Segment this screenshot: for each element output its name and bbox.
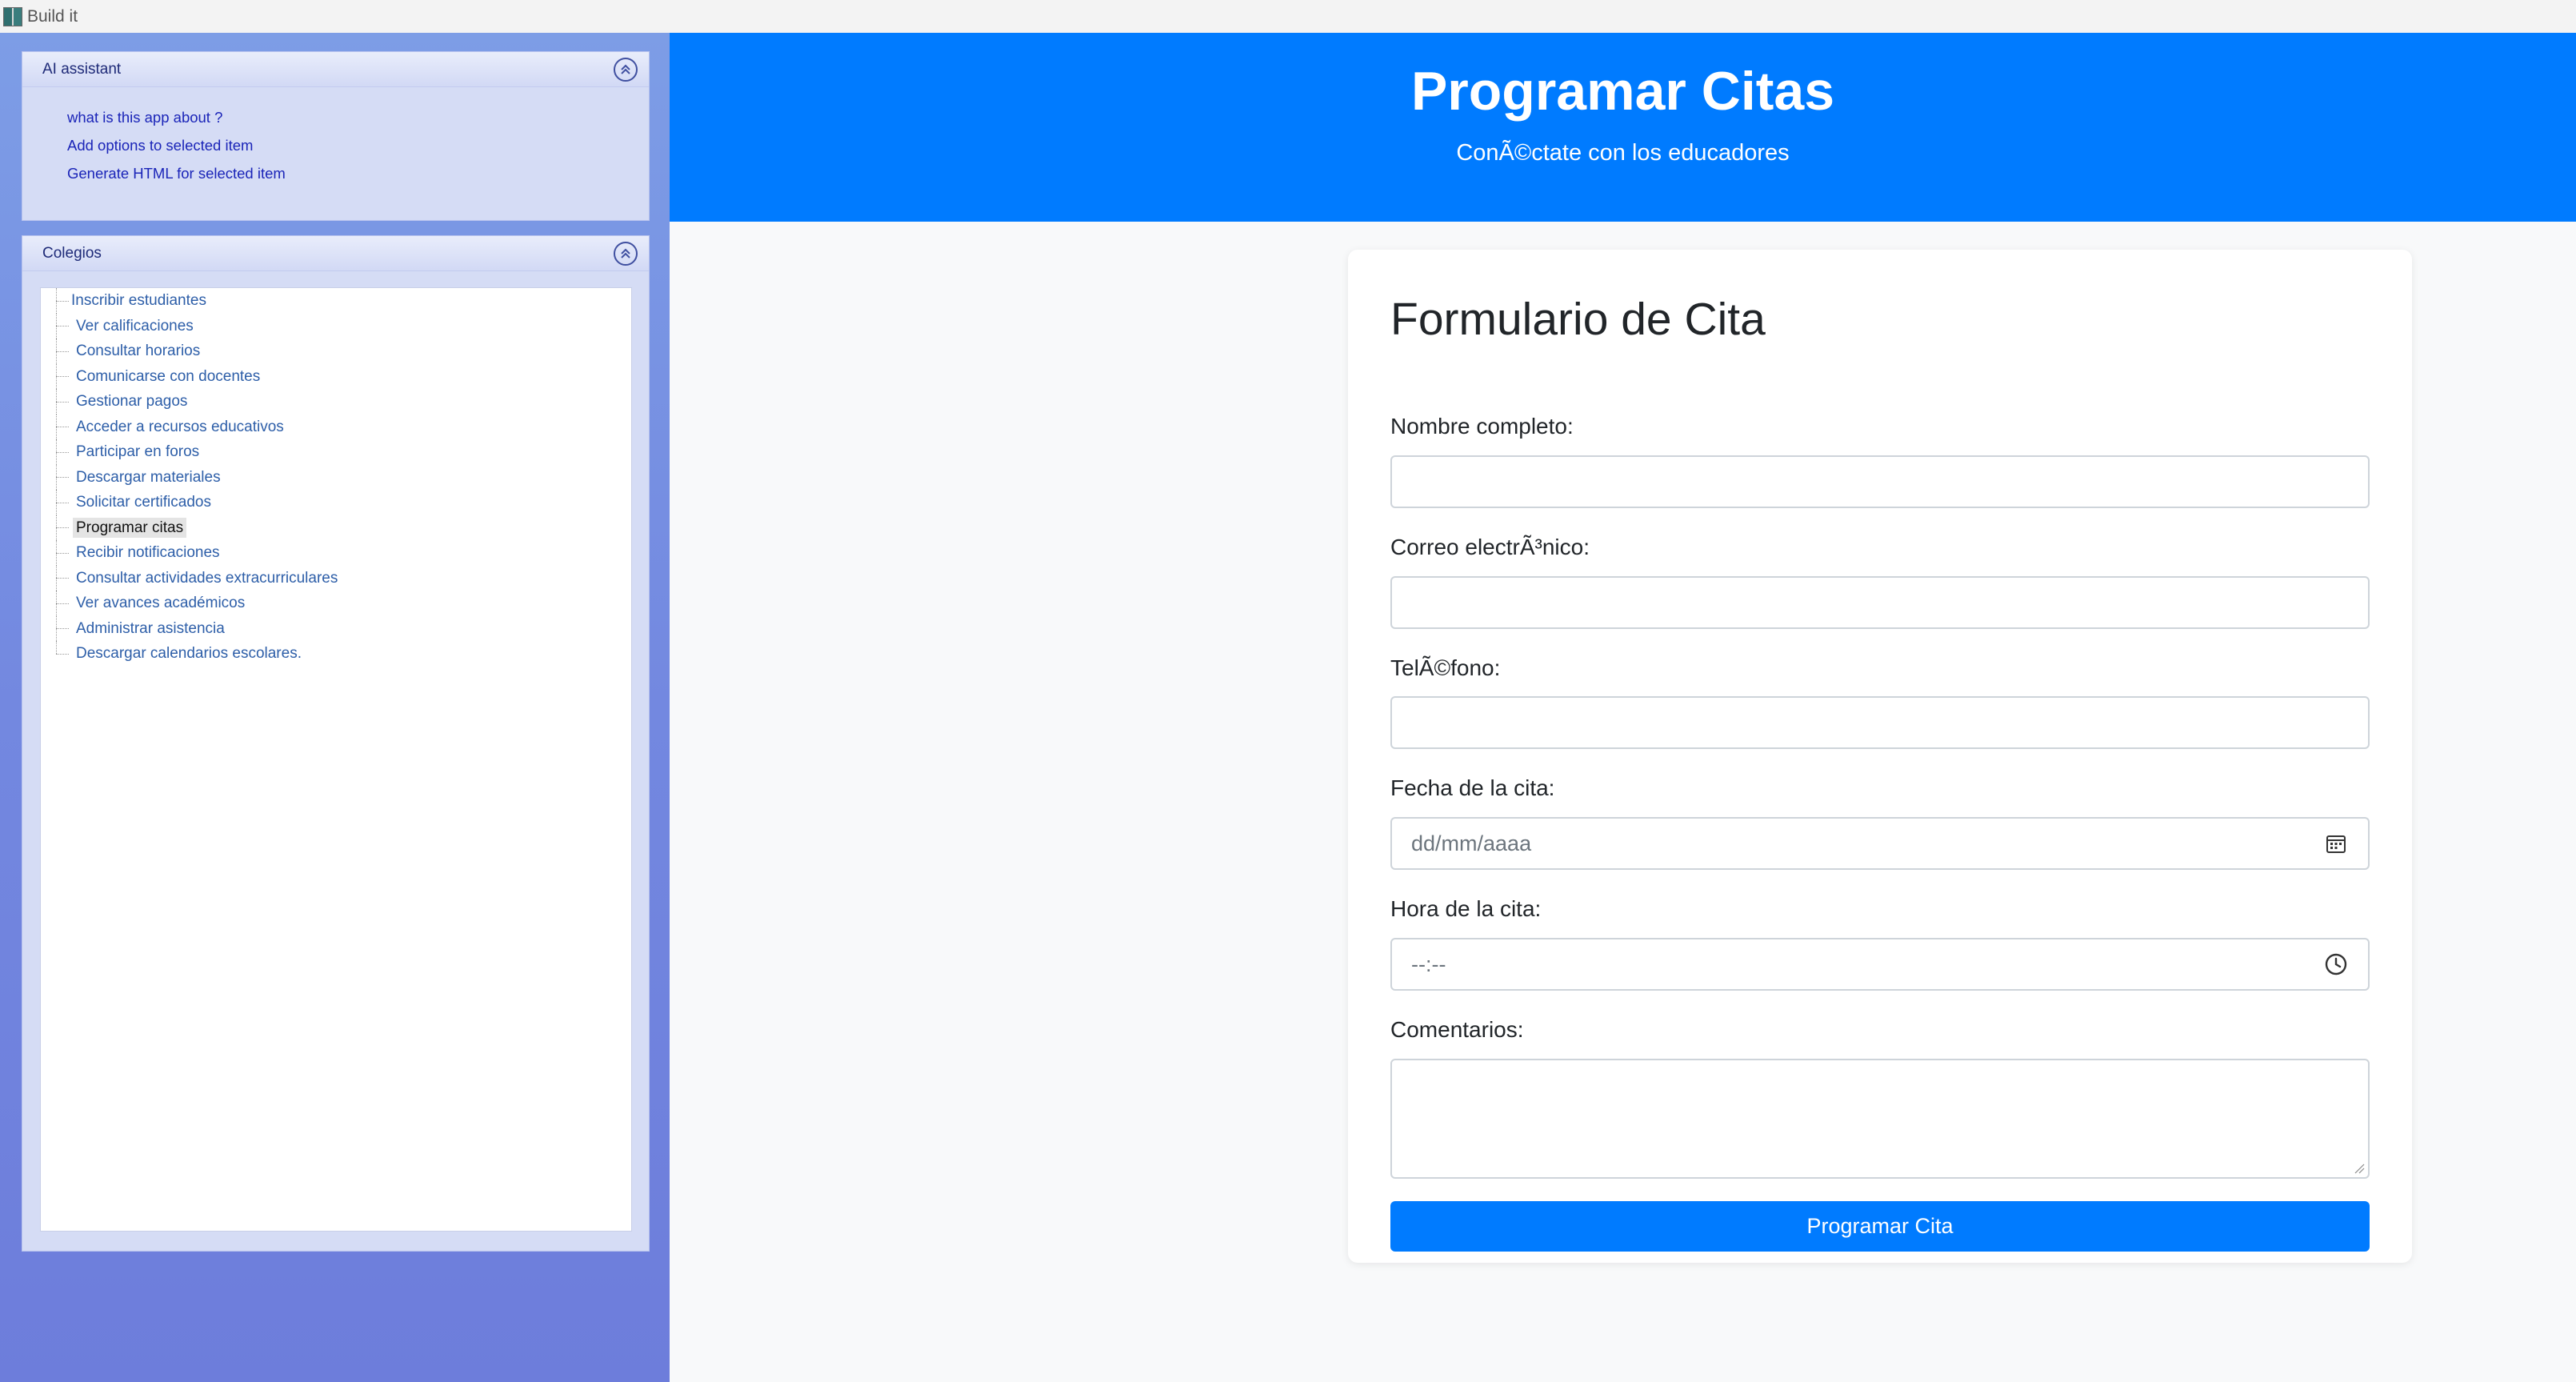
tree-item-label: Inscribir estudiantes <box>71 292 206 309</box>
tree-item-materiales[interactable]: Descargar materiales <box>41 464 631 491</box>
colegios-title: Colegios <box>42 244 102 262</box>
window-titlebar: Build it <box>0 0 2576 33</box>
tree-item-calendarios[interactable]: Descargar calendarios escolares. <box>41 641 631 667</box>
colegios-panel: Colegios Inscribir estudiantes Ver calif… <box>22 235 650 1252</box>
email-input[interactable] <box>1390 576 2370 629</box>
tree-item-inscribir[interactable]: Inscribir estudiantes <box>41 288 631 314</box>
ai-assistant-header[interactable]: AI assistant <box>22 52 649 87</box>
tree-item-label: Administrar asistencia <box>76 619 225 637</box>
tree-item-label: Solicitar certificados <box>76 494 211 511</box>
email-label: Correo electrÃ³nico: <box>1390 535 1590 559</box>
ai-assistant-title: AI assistant <box>42 60 122 78</box>
tree-item-label: Descargar materiales <box>76 468 221 486</box>
window-title: Build it <box>27 6 78 26</box>
tree-item-extracurriculares[interactable]: Consultar actividades extracurriculares <box>41 565 631 591</box>
time-input[interactable]: --:-- <box>1390 938 2370 991</box>
main-content: Programar Citas ConÃ©ctate con los educa… <box>670 33 2576 1382</box>
app-icon <box>3 6 22 26</box>
tree-item-label: Gestionar pagos <box>76 393 188 410</box>
date-label: Fecha de la cita: <box>1390 775 1555 800</box>
ai-assistant-panel: AI assistant what is this app about ? Ad… <box>22 51 650 221</box>
tree-item-foros[interactable]: Participar en foros <box>41 439 631 465</box>
tree-item-avances[interactable]: Ver avances académicos <box>41 591 631 616</box>
resize-grip-icon[interactable] <box>2354 1163 2365 1174</box>
tree-item-label: Descargar calendarios escolares. <box>76 645 302 662</box>
ai-action-about[interactable]: what is this app about ? <box>67 103 649 131</box>
tree-item-docentes[interactable]: Comunicarse con docentes <box>41 363 631 390</box>
comments-textarea[interactable] <box>1390 1059 2370 1179</box>
time-placeholder: --:-- <box>1411 951 1446 976</box>
tree-item-label: Consultar horarios <box>76 342 201 359</box>
page-subtitle: ConÃ©ctate con los educadores <box>1456 140 1790 166</box>
sidebar: AI assistant what is this app about ? Ad… <box>0 33 670 1382</box>
ai-assistant-actions: what is this app about ? Add options to … <box>22 87 649 187</box>
tree-item-label: Programar citas <box>73 517 187 538</box>
name-label: Nombre completo: <box>1390 414 1574 439</box>
tree-item-label: Acceder a recursos educativos <box>76 418 284 435</box>
form-title: Formulario de Cita <box>1390 294 1766 345</box>
tree-item-asistencia[interactable]: Administrar asistencia <box>41 615 631 642</box>
appointment-form: Formulario de Cita Nombre completo: Corr… <box>1348 250 2412 1263</box>
ai-action-generate-html[interactable]: Generate HTML for selected item <box>67 159 649 187</box>
date-input[interactable]: dd/mm/aaaa <box>1390 817 2370 870</box>
tree-item-citas[interactable]: Programar citas <box>41 515 631 541</box>
name-input[interactable] <box>1390 455 2370 508</box>
tree-item-label: Participar en foros <box>76 443 200 460</box>
phone-label: TelÃ©fono: <box>1390 655 1501 680</box>
time-label: Hora de la cita: <box>1390 896 1542 921</box>
tree-item-label: Recibir notificaciones <box>76 544 220 561</box>
submit-button[interactable]: Programar Cita <box>1390 1201 2370 1252</box>
tree-item-label: Consultar actividades extracurriculares <box>76 569 338 587</box>
tree-item-notificaciones[interactable]: Recibir notificaciones <box>41 540 631 566</box>
ai-action-add-options[interactable]: Add options to selected item <box>67 131 649 159</box>
tree-item-label: Comunicarse con docentes <box>76 367 261 385</box>
comments-label: Comentarios: <box>1390 1017 1524 1042</box>
tree-item-horarios[interactable]: Consultar horarios <box>41 338 631 364</box>
date-placeholder: dd/mm/aaaa <box>1411 831 1532 855</box>
tree-item-certificados[interactable]: Solicitar certificados <box>41 490 631 515</box>
collapse-icon[interactable] <box>614 241 638 266</box>
tree-item-label: Ver avances académicos <box>76 595 246 611</box>
page-header: Programar Citas ConÃ©ctate con los educa… <box>670 33 2576 222</box>
colegios-tree: Inscribir estudiantes Ver calificaciones… <box>40 287 632 1232</box>
page-title: Programar Citas <box>1410 61 1835 122</box>
colegios-header[interactable]: Colegios <box>22 236 649 271</box>
tree-item-calificaciones[interactable]: Ver calificaciones <box>41 313 631 339</box>
tree-item-label: Ver calificaciones <box>76 317 194 334</box>
clock-icon[interactable] <box>2323 951 2349 977</box>
phone-input[interactable] <box>1390 696 2370 749</box>
calendar-icon[interactable] <box>2323 831 2349 856</box>
collapse-icon[interactable] <box>614 57 638 82</box>
tree-item-pagos[interactable]: Gestionar pagos <box>41 389 631 415</box>
tree-item-recursos[interactable]: Acceder a recursos educativos <box>41 414 631 440</box>
